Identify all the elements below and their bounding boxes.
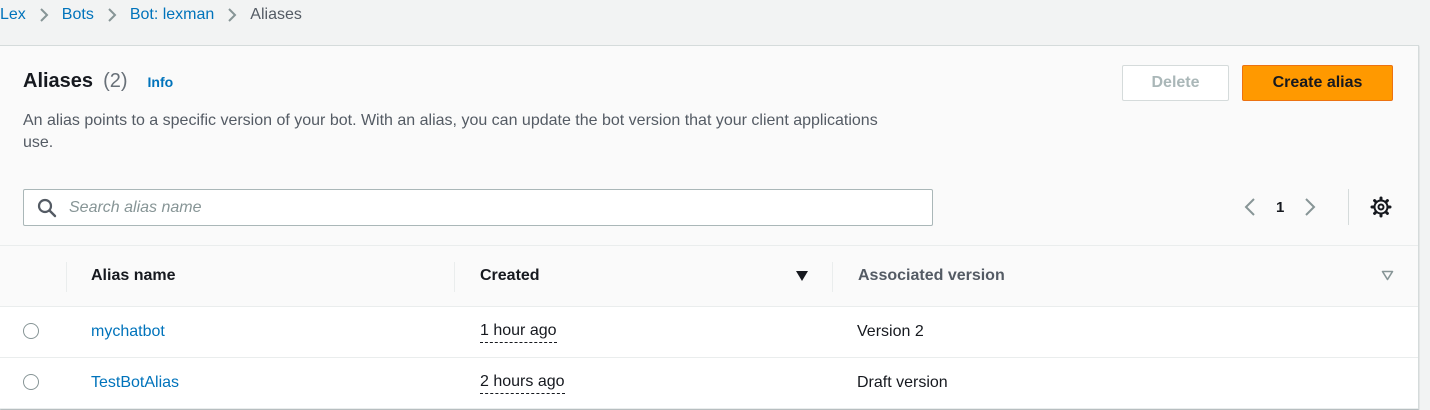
column-divider: [832, 262, 833, 292]
column-header-associated-version[interactable]: Associated version: [858, 246, 1005, 306]
column-header-created[interactable]: Created: [480, 246, 540, 306]
search-box[interactable]: [23, 189, 933, 226]
pagination: 1: [1238, 195, 1322, 219]
toolbar-divider: [1348, 189, 1349, 225]
breadcrumb-lex[interactable]: Lex: [0, 6, 26, 24]
create-alias-button[interactable]: Create alias: [1242, 65, 1393, 101]
chevron-right-icon: [227, 7, 237, 23]
table-header: Alias name Created Associated version: [0, 245, 1418, 307]
chevron-right-icon: [39, 7, 49, 23]
panel-description: An alias points to a specific version of…: [23, 112, 878, 151]
chevron-right-icon[interactable]: [1298, 195, 1322, 219]
page-title: Aliases: [23, 70, 94, 92]
table-row[interactable]: mychatbot 1 hour ago Version 2: [0, 307, 1418, 358]
alias-name-link[interactable]: TestBotAlias: [91, 374, 179, 392]
info-link[interactable]: Info: [148, 74, 174, 90]
column-header-alias-name[interactable]: Alias name: [91, 246, 175, 306]
associated-version: Draft version: [857, 374, 948, 391]
delete-button[interactable]: Delete: [1122, 65, 1229, 101]
chevron-left-icon[interactable]: [1238, 195, 1262, 219]
alias-name-link[interactable]: mychatbot: [91, 323, 165, 341]
column-divider: [454, 262, 455, 292]
aliases-panel: Aliases (2) Info An alias points to a sp…: [0, 45, 1419, 409]
panel-header: Aliases (2) Info: [23, 70, 173, 93]
settings-gear-icon[interactable]: [1369, 195, 1393, 219]
breadcrumb-current: Aliases: [250, 6, 302, 23]
search-input[interactable]: [67, 197, 911, 218]
created-time[interactable]: 2 hours ago: [480, 373, 565, 394]
breadcrumb-bot-lexman[interactable]: Bot: lexman: [130, 6, 214, 24]
sort-caret-icon[interactable]: [1381, 270, 1394, 281]
row-select-radio[interactable]: [23, 374, 39, 390]
search-icon: [37, 198, 57, 218]
column-divider: [66, 262, 67, 292]
row-select-radio[interactable]: [23, 323, 39, 339]
aliases-table: Alias name Created Associated version my…: [0, 245, 1418, 409]
chevron-right-icon: [107, 7, 117, 23]
created-time[interactable]: 1 hour ago: [480, 322, 557, 343]
alias-count: (2): [103, 70, 128, 92]
breadcrumb-bots[interactable]: Bots: [62, 6, 94, 24]
page-number[interactable]: 1: [1276, 199, 1284, 216]
associated-version: Version 2: [857, 323, 924, 340]
sort-descending-icon[interactable]: [795, 270, 809, 282]
table-row[interactable]: TestBotAlias 2 hours ago Draft version: [0, 358, 1418, 409]
breadcrumb: Lex Bots Bot: lexman Aliases: [0, 0, 302, 30]
